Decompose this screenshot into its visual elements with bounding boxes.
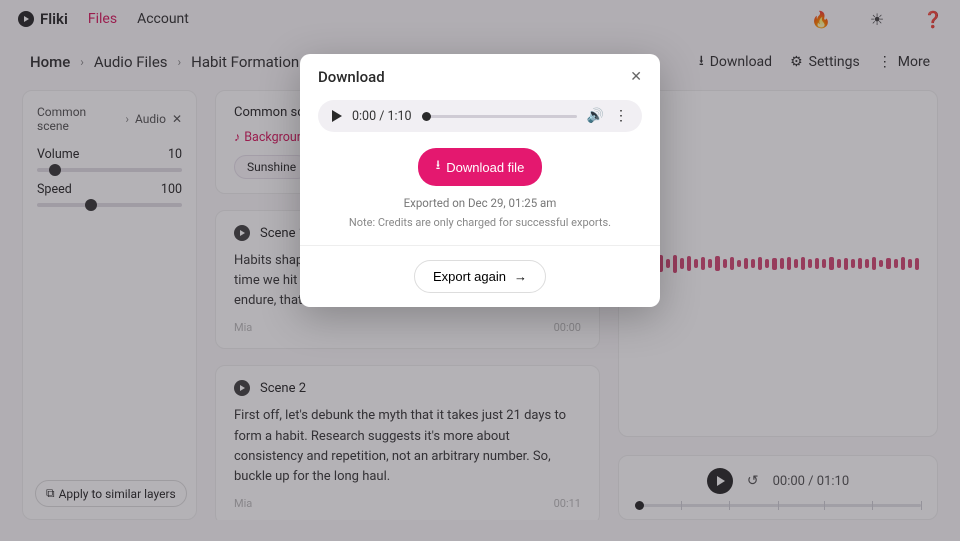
audio-track[interactable]: [422, 115, 577, 118]
modal-overlay[interactable]: Download ✕ 0:00 / 1:10 🔊 ⋮ ⭳ Download fil…: [0, 0, 960, 541]
modal-title: Download: [318, 68, 385, 86]
exported-text: Exported on Dec 29, 01:25 am: [318, 196, 642, 210]
download-icon: ⭳: [436, 156, 441, 178]
kebab-icon[interactable]: ⋮: [614, 108, 628, 124]
close-icon[interactable]: ✕: [630, 69, 642, 85]
export-again-button[interactable]: Export again →: [414, 260, 546, 293]
note-text: Note: Credits are only charged for succe…: [318, 216, 642, 229]
dl-label: Download file: [446, 160, 524, 175]
play-icon[interactable]: [332, 110, 342, 122]
download-file-button[interactable]: ⭳ Download file: [418, 148, 543, 186]
arrow-right-icon: →: [514, 269, 527, 284]
audio-time: 0:00 / 1:10: [352, 109, 412, 124]
download-modal: Download ✕ 0:00 / 1:10 🔊 ⋮ ⭳ Download fil…: [300, 54, 660, 307]
volume-icon[interactable]: 🔊: [587, 108, 604, 124]
audio-player: 0:00 / 1:10 🔊 ⋮: [318, 100, 642, 132]
again-label: Export again: [433, 269, 506, 284]
